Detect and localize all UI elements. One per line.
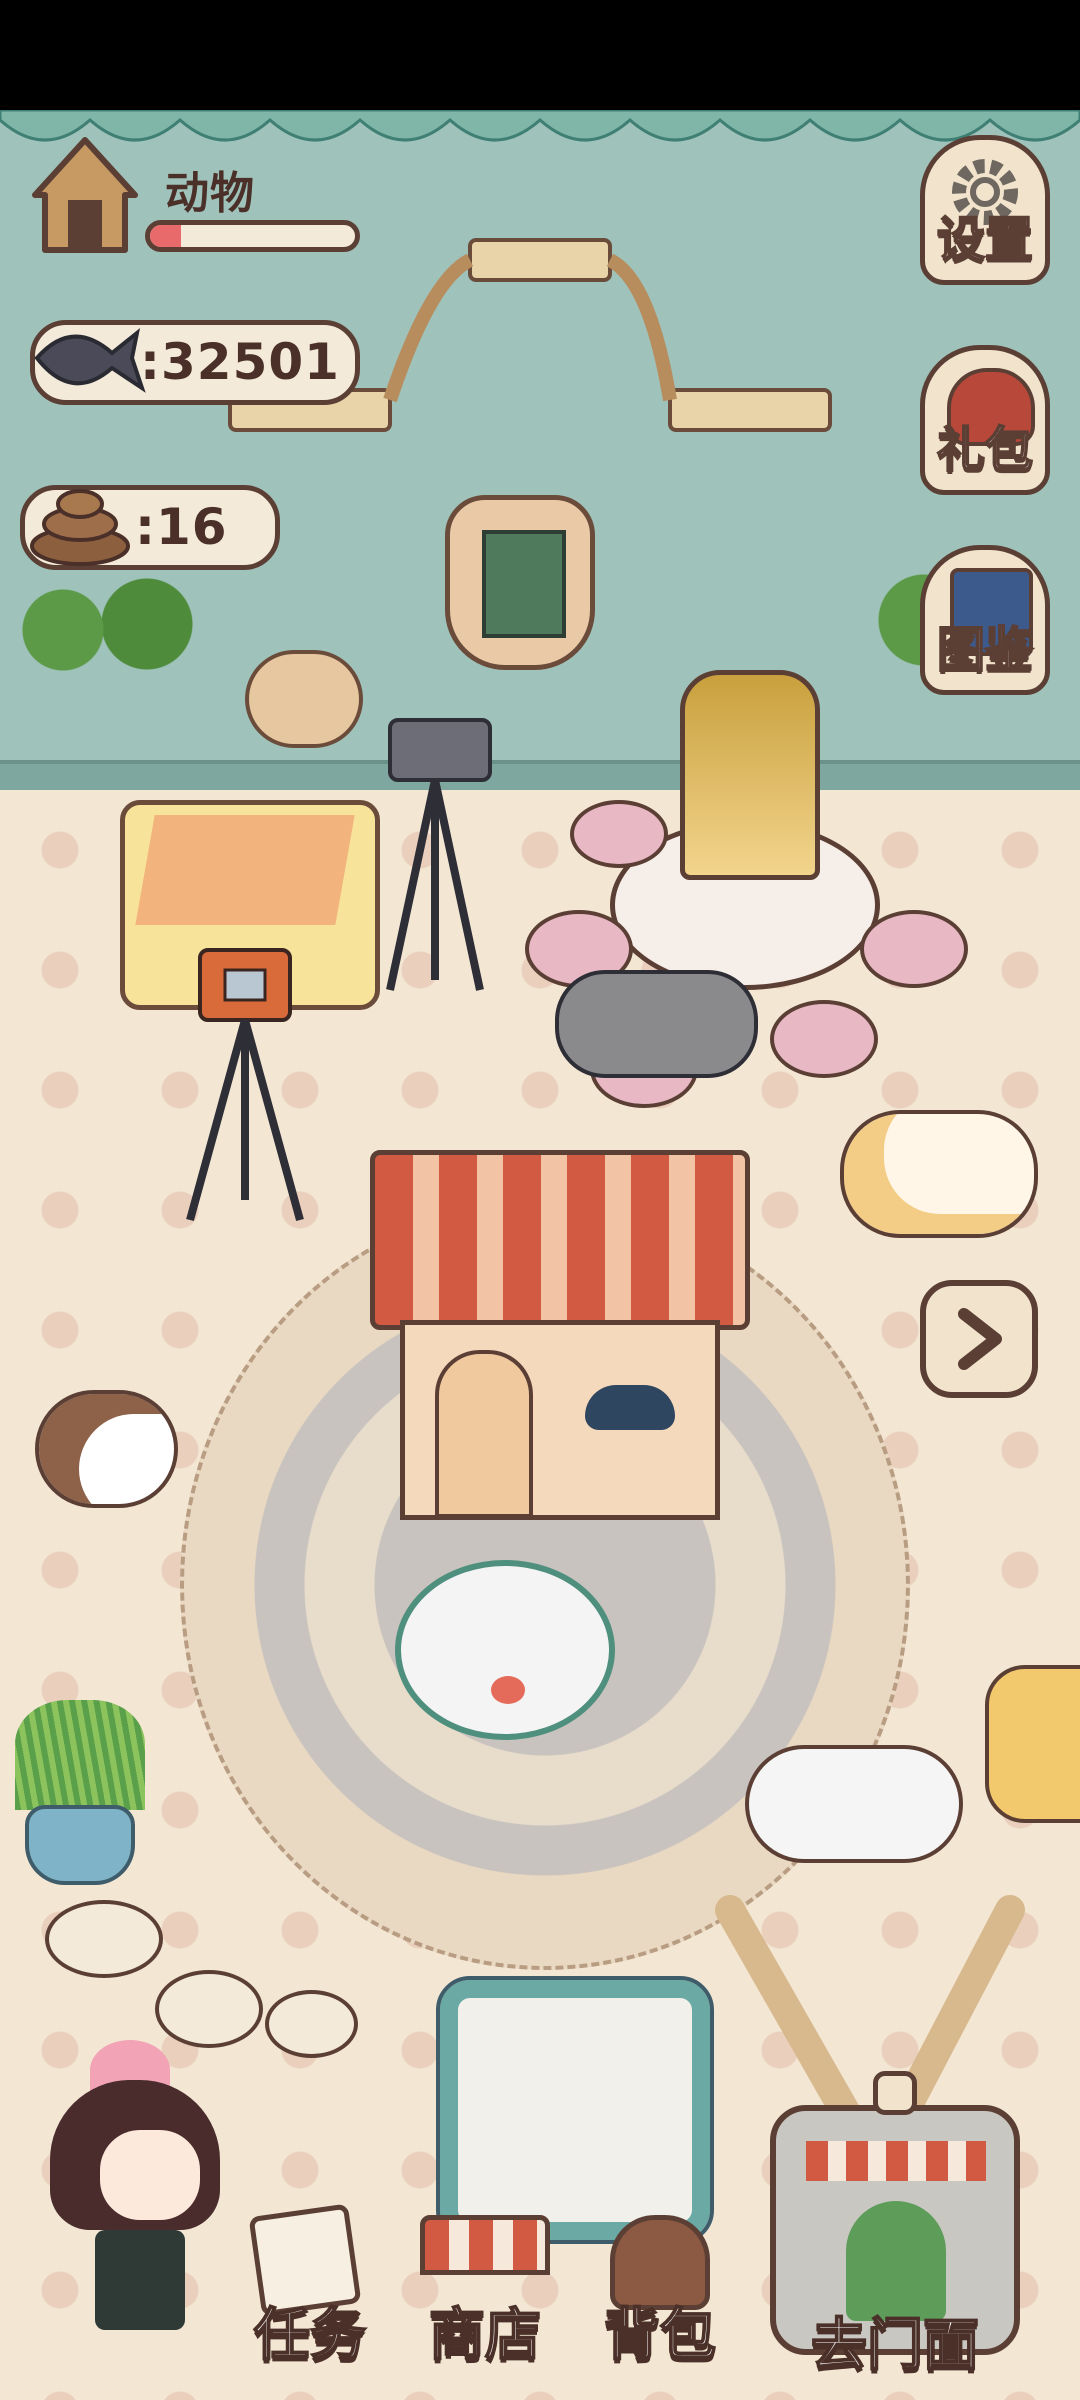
- paw-cushion: [245, 650, 363, 748]
- stool-1: [570, 800, 668, 868]
- fish-currency-panel[interactable]: :32501: [30, 320, 360, 405]
- animal-progress-bar: [145, 220, 360, 252]
- game-scene: [0, 110, 1080, 2400]
- animal-label: 动物: [165, 168, 255, 219]
- stool-4: [770, 1000, 878, 1078]
- house-wall: [400, 1320, 720, 1520]
- table-cloth: [135, 815, 355, 925]
- poop-icon: [30, 489, 130, 566]
- cat-grass-pot[interactable]: [15, 1700, 145, 1890]
- next-room-button[interactable]: [920, 1280, 1038, 1398]
- encyclopedia-label: 图鉴: [936, 621, 1034, 679]
- wall-baseboard: [0, 760, 1080, 794]
- stool-3: [860, 910, 968, 988]
- cat-calico[interactable]: [35, 1390, 178, 1508]
- lock-icon: [873, 2071, 917, 2115]
- grass: [15, 1700, 145, 1810]
- paw-window: [585, 1385, 675, 1430]
- gift-pack-button[interactable]: 礼包: [920, 345, 1050, 495]
- photo-camera[interactable]: [180, 930, 340, 1230]
- shop-button[interactable]: 商店: [410, 2210, 560, 2369]
- fish-icon: [34, 328, 146, 393]
- character-apron: [95, 2230, 185, 2330]
- gift-pack-label: 礼包: [936, 421, 1034, 479]
- house-door: [435, 1350, 533, 1518]
- cat-cream[interactable]: [840, 1110, 1038, 1238]
- framed-cat-photo: [482, 530, 566, 638]
- go-store-label: 去门面: [810, 2312, 980, 2379]
- cat-cushion[interactable]: [436, 1976, 714, 2244]
- cat-bed[interactable]: [395, 1560, 615, 1740]
- tasks-button[interactable]: 任务: [240, 2203, 380, 2369]
- backpack-label: 背包: [603, 2302, 717, 2369]
- cat-white[interactable]: [745, 1745, 963, 1863]
- paw-print: [491, 1676, 525, 1704]
- poop-count: :16: [135, 498, 228, 556]
- animal-progress-fill: [150, 225, 181, 247]
- house-roof: [370, 1150, 750, 1330]
- wall-picture-frame[interactable]: [445, 495, 595, 670]
- storefront-awning: [806, 2141, 986, 2181]
- tasks-label: 任务: [253, 2302, 367, 2369]
- house-icon: [32, 137, 138, 253]
- cat-gray-sleeping[interactable]: [555, 970, 758, 1078]
- fish-count: :32501: [140, 333, 340, 391]
- shopkeeper-character[interactable]: [40, 2040, 220, 2370]
- status-bar: [0, 0, 1080, 110]
- poop-counter-panel[interactable]: :16: [20, 485, 280, 570]
- hanging-plant-left: [0, 570, 210, 690]
- character-face: [100, 2130, 200, 2220]
- chevron-right-icon: [958, 1308, 1002, 1370]
- shop-awning-icon: [420, 2215, 550, 2275]
- cake-stand[interactable]: [680, 670, 820, 880]
- settings-label: 设置: [936, 211, 1034, 269]
- backpack-button[interactable]: 背包: [590, 2210, 730, 2369]
- food-bowl-3[interactable]: [265, 1990, 358, 2058]
- food-bowl-2[interactable]: [155, 1970, 263, 2048]
- shop-label: 商店: [428, 2302, 542, 2369]
- animal-level-hud[interactable]: 动物: [30, 135, 370, 265]
- encyclopedia-button[interactable]: 图鉴: [920, 545, 1050, 695]
- cat-orange-tabby[interactable]: [985, 1665, 1080, 1823]
- flower-pot: [25, 1805, 135, 1885]
- settings-button[interactable]: 设置: [920, 135, 1050, 285]
- food-bowl-1[interactable]: [45, 1900, 163, 1978]
- cat-house[interactable]: [370, 1150, 750, 1530]
